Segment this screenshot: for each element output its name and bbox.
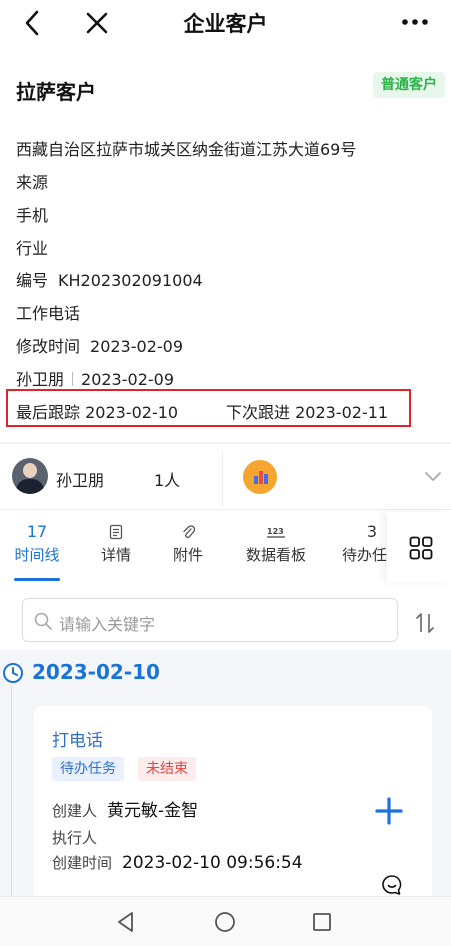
creator-name: 孙卫朋 — [16, 370, 65, 389]
follow-up-highlight: 最后跟踪 2023-02-10 下次跟进 2023-02-11 — [6, 389, 411, 427]
top-bar: 企业客户 — [0, 0, 451, 46]
number-label: 编号 — [16, 271, 49, 290]
search-placeholder: 请输入关键字 — [59, 615, 156, 634]
status-badge: 未结束 — [138, 757, 196, 781]
search-input[interactable]: 请输入关键字 — [22, 598, 398, 642]
phone-label: 手机 — [16, 206, 49, 225]
card-title[interactable]: 打电话 — [52, 726, 103, 751]
customer-type-badge: 普通客户 — [373, 72, 445, 98]
grid-icon — [409, 536, 433, 560]
tab-timeline-count: 17 — [26, 522, 48, 541]
source-label: 来源 — [16, 173, 49, 192]
page-title: 企业客户 — [183, 12, 268, 36]
paperclip-icon — [183, 525, 196, 539]
owner-count: 1人 — [154, 471, 181, 490]
tab-details-label: 详情 — [100, 546, 131, 564]
address-line: 西藏自治区拉萨市城关区纳金街道江苏大道69号 — [16, 140, 357, 159]
nav-recents-icon[interactable] — [310, 910, 334, 934]
add-icon[interactable] — [374, 796, 404, 826]
creator-row: 创建人 黄元敏-金智 — [52, 796, 198, 821]
creator-value: 黄元敏-金智 — [107, 801, 199, 821]
created-time-row: 创建时间 2023-02-10 09:56:54 — [52, 852, 303, 873]
creator-label: 创建人 — [52, 802, 98, 820]
chart-icon[interactable] — [243, 460, 277, 494]
search-icon — [34, 612, 52, 630]
divider — [222, 450, 223, 506]
creator-line: 孙卫朋 2023-02-09 — [16, 366, 174, 390]
svg-text:123: 123 — [267, 527, 284, 536]
modified-label: 修改时间 — [16, 337, 81, 356]
timeline-line — [11, 684, 12, 896]
created-value: 2023-02-09 — [81, 370, 174, 389]
grid-menu-button[interactable] — [387, 512, 451, 582]
owner-row[interactable]: 孙卫朋 1人 — [0, 446, 451, 510]
industry-label: 行业 — [16, 239, 49, 258]
timeline-card[interactable]: 打电话 待办任务 未结束 创建人 黄元敏-金智 执行人 创建时间 2023-02-1… — [34, 706, 432, 896]
nav-home-icon[interactable] — [213, 910, 237, 934]
sort-icon[interactable] — [412, 610, 438, 636]
customer-name: 拉萨客户 — [16, 80, 96, 104]
tab-timeline[interactable]: 17 时间线 — [6, 512, 68, 582]
tab-dashboard[interactable]: 123 数据看板 — [238, 512, 314, 582]
next-follow: 下次跟进 2023-02-11 — [226, 403, 389, 422]
modified-line: 修改时间 2023-02-09 — [16, 333, 183, 357]
chevron-down-icon[interactable] — [423, 466, 443, 486]
number-value: KH202302091004 — [58, 271, 203, 290]
nav-back-icon[interactable] — [114, 910, 138, 934]
tab-attachments-label: 附件 — [172, 546, 203, 564]
todo-tag: 待办任务 — [52, 757, 124, 781]
modified-value: 2023-02-09 — [90, 337, 183, 356]
tab-bar: 17 时间线 详情 附件 123 数据看板 3 待办任务 — [0, 512, 451, 582]
number-line: 编号 KH202302091004 — [16, 267, 203, 291]
search-area: 请输入关键字 — [0, 590, 451, 650]
document-icon — [109, 524, 123, 540]
tab-dashboard-label: 数据看板 — [245, 546, 306, 564]
numbers-icon: 123 — [267, 527, 285, 538]
system-nav-bar — [0, 896, 451, 946]
executor-label: 执行人 — [52, 829, 98, 847]
more-dots-icon[interactable] — [397, 10, 433, 34]
avatar — [12, 458, 48, 494]
tab-active-indicator — [14, 578, 60, 581]
tab-attachments[interactable]: 附件 — [160, 512, 216, 582]
tab-details[interactable]: 详情 — [88, 512, 144, 582]
owner-name: 孙卫朋 — [56, 471, 105, 490]
divider — [0, 442, 451, 444]
created-time-label: 创建时间 — [52, 854, 113, 872]
clock-icon — [3, 663, 23, 683]
last-follow: 最后跟踪 2023-02-10 — [16, 403, 179, 422]
work-phone-label: 工作电话 — [16, 304, 81, 323]
tab-timeline-label: 时间线 — [14, 546, 60, 564]
timeline-date: 2023-02-10 — [32, 660, 160, 684]
executor-row: 执行人 — [52, 827, 97, 848]
divider — [72, 372, 74, 386]
comment-icon[interactable] — [380, 873, 404, 897]
created-time-value: 2023-02-10 09:56:54 — [122, 853, 303, 873]
